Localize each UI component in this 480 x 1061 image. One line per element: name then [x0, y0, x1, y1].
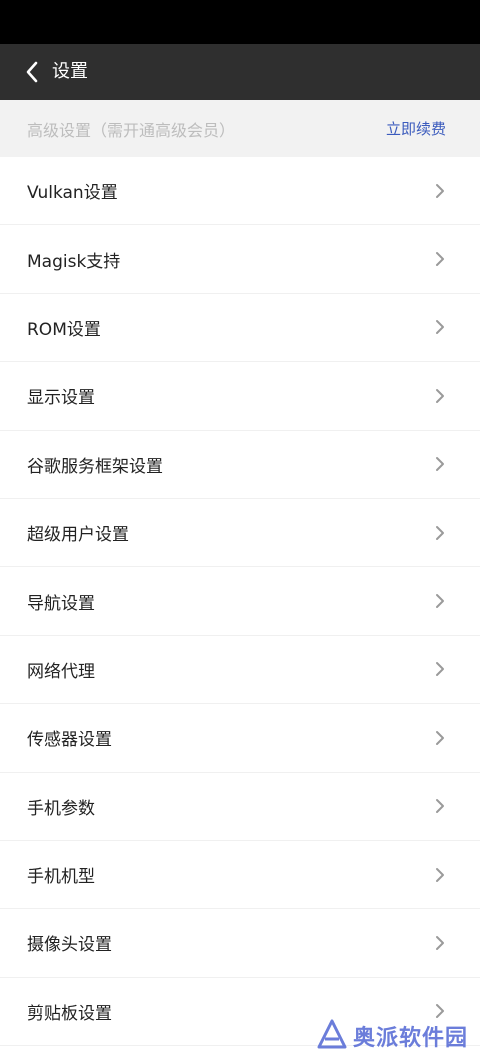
watermark: 奥派软件园	[317, 1019, 468, 1053]
chevron-right-icon	[434, 934, 446, 952]
chevron-right-icon	[434, 387, 446, 405]
chevron-right-icon	[434, 524, 446, 542]
settings-item-superuser[interactable]: 超级用户设置	[0, 498, 480, 568]
settings-item-vulkan[interactable]: Vulkan设置	[0, 157, 480, 226]
settings-list: Vulkan设置 Magisk支持 ROM设置 显示设置 谷歌服务框架设置 超级…	[0, 157, 480, 1047]
app-bar: 设置	[0, 44, 480, 100]
settings-item-label: 显示设置	[27, 388, 95, 409]
settings-item-label: Magisk支持	[27, 251, 121, 272]
chevron-right-icon	[434, 455, 446, 473]
page-title: 设置	[52, 61, 88, 82]
settings-item-phone-model[interactable]: 手机机型	[0, 840, 480, 910]
chevron-right-icon	[434, 729, 446, 747]
settings-item-network-proxy[interactable]: 网络代理	[0, 635, 480, 705]
settings-item-google-services[interactable]: 谷歌服务框架设置	[0, 430, 480, 499]
settings-item-navigation[interactable]: 导航设置	[0, 567, 480, 636]
chevron-right-icon	[434, 660, 446, 678]
watermark-logo-icon	[317, 1019, 347, 1053]
settings-item-label: 手机机型	[27, 867, 95, 888]
settings-item-label: 谷歌服务框架设置	[27, 456, 163, 477]
settings-item-camera[interactable]: 摄像头设置	[0, 909, 480, 978]
renew-button[interactable]: 立即续费	[386, 118, 446, 139]
back-chevron-icon[interactable]	[8, 44, 56, 100]
settings-item-label: Vulkan设置	[27, 183, 118, 204]
chevron-right-icon	[434, 182, 446, 200]
chevron-right-icon	[434, 592, 446, 610]
watermark-text: 奥派软件园	[352, 1026, 468, 1051]
settings-item-label: ROM设置	[27, 319, 101, 340]
chevron-right-icon	[434, 866, 446, 884]
settings-item-label: 传感器设置	[27, 730, 112, 751]
settings-item-magisk[interactable]: Magisk支持	[0, 225, 480, 294]
settings-item-label: 摄像头设置	[27, 935, 112, 956]
premium-settings-header: 高级设置（需开通高级会员） 立即续费	[0, 100, 480, 157]
settings-item-label: 剪贴板设置	[27, 1003, 112, 1024]
settings-item-label: 网络代理	[27, 661, 95, 682]
settings-item-display[interactable]: 显示设置	[0, 362, 480, 431]
settings-item-label: 导航设置	[27, 593, 95, 614]
settings-item-label: 手机参数	[27, 798, 95, 819]
chevron-right-icon	[434, 797, 446, 815]
settings-item-phone-params[interactable]: 手机参数	[0, 772, 480, 841]
chevron-right-icon	[434, 250, 446, 268]
chevron-right-icon	[434, 318, 446, 336]
settings-item-label: 超级用户设置	[27, 525, 129, 546]
settings-item-sensors[interactable]: 传感器设置	[0, 704, 480, 773]
chevron-right-icon	[434, 1002, 446, 1020]
settings-item-rom[interactable]: ROM设置	[0, 293, 480, 363]
premium-settings-label: 高级设置（需开通高级会员）	[27, 120, 236, 140]
status-bar	[0, 0, 480, 44]
